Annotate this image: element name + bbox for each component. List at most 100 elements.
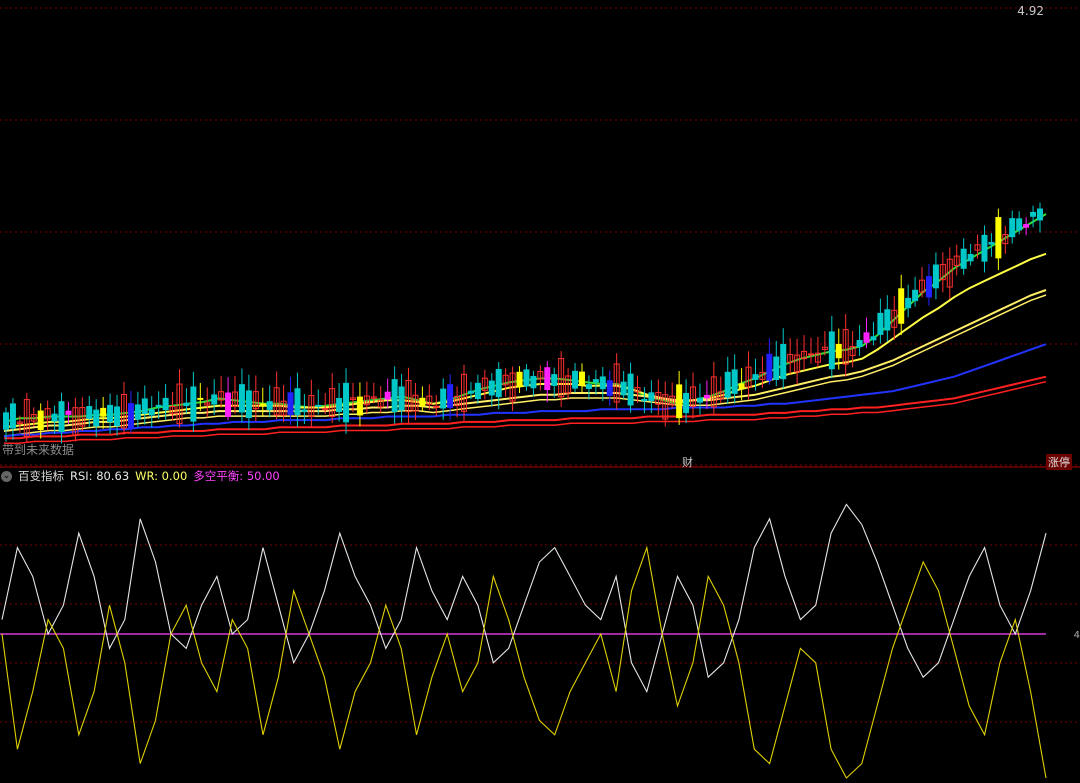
candlestick <box>905 284 912 318</box>
candlestick <box>1009 210 1016 244</box>
candle-body <box>287 392 294 416</box>
candlestick <box>134 391 141 428</box>
candlestick <box>592 370 599 395</box>
candle-body <box>162 397 169 411</box>
candlestick <box>356 382 363 427</box>
candlestick <box>745 351 752 400</box>
candle-body <box>197 397 204 400</box>
candle-body <box>877 312 884 335</box>
candlestick <box>606 370 613 406</box>
candlestick <box>877 298 884 344</box>
candle-body <box>544 367 551 391</box>
candle-body <box>572 370 579 389</box>
candlestick <box>190 371 197 432</box>
candlestick <box>572 363 579 393</box>
candle-body <box>356 396 363 416</box>
candlestick <box>100 396 107 429</box>
candle-body <box>467 390 474 394</box>
candle-body <box>703 394 710 399</box>
indicator-name[interactable]: 百变指标 <box>18 468 64 484</box>
candle-body <box>225 392 232 417</box>
candle-body <box>766 353 773 381</box>
candle-body <box>100 407 107 417</box>
candle-body <box>898 288 905 324</box>
candle-body <box>495 368 502 398</box>
candle-body <box>37 410 44 431</box>
candlestick <box>551 367 558 398</box>
candle-body <box>107 404 114 423</box>
candlestick <box>169 391 176 421</box>
candle-body <box>488 380 495 396</box>
candle-body <box>905 297 912 309</box>
finance-marker[interactable]: 财 <box>682 454 693 470</box>
candlestick <box>842 313 849 377</box>
candle-body <box>294 388 301 416</box>
candle-body <box>93 409 100 427</box>
candle-body <box>807 353 814 356</box>
candle-body <box>211 394 218 405</box>
candlestick <box>967 243 974 266</box>
candlestick <box>509 366 516 411</box>
candlestick <box>620 370 627 399</box>
candle-body <box>988 242 995 245</box>
candle-body <box>58 401 65 432</box>
candle-body <box>620 381 627 396</box>
candlestick <box>544 361 551 403</box>
candle-body <box>134 404 141 420</box>
candle-body <box>856 340 863 348</box>
candlestick <box>218 375 225 408</box>
candle-body <box>724 371 731 398</box>
candle-body <box>336 397 343 413</box>
candlestick <box>107 393 114 434</box>
candlestick <box>585 375 592 400</box>
candlestick <box>51 405 58 434</box>
candle-body <box>391 379 398 413</box>
candle-body <box>870 336 877 341</box>
candle-body <box>960 248 967 269</box>
candlestick <box>801 335 808 371</box>
candle-body <box>343 382 350 423</box>
collapse-icon[interactable]: ⌄ <box>1 470 12 482</box>
candlestick <box>724 356 731 405</box>
candlestick <box>828 315 835 379</box>
limit-up-marker[interactable]: 涨停 <box>1046 454 1072 470</box>
candle-body <box>86 406 93 419</box>
candlestick <box>884 295 891 342</box>
candlestick <box>225 377 232 421</box>
candle-body <box>419 397 426 407</box>
candle-body <box>592 379 599 383</box>
candlestick <box>599 366 606 401</box>
future-data-note: 带到未来数据 <box>2 443 75 457</box>
candle-body <box>932 264 939 289</box>
candle-body <box>301 409 308 412</box>
candlestick <box>391 366 398 424</box>
candle-body <box>245 390 252 419</box>
indicator-header: ⌄ 百变指标 RSI: 80.63 WR: 0.00 多空平衡: 50.00 <box>0 468 280 484</box>
candlestick <box>287 376 294 425</box>
rsi-value: RSI: 80.63 <box>70 469 130 483</box>
candle-body <box>1030 211 1037 217</box>
candle-body <box>627 373 634 406</box>
candlestick <box>1037 202 1043 233</box>
candlestick <box>343 368 350 434</box>
candle-body <box>155 404 162 408</box>
candle-body <box>259 403 266 407</box>
candlestick <box>447 374 454 421</box>
candle-body <box>780 343 787 380</box>
candlestick <box>995 208 1002 271</box>
candle-body <box>384 391 391 400</box>
candle-body <box>1037 208 1043 221</box>
candlestick <box>252 375 259 422</box>
candle-body <box>523 369 530 387</box>
candle-body <box>599 376 606 390</box>
candle-body <box>127 403 134 429</box>
candle-body <box>114 406 121 427</box>
candlestick <box>807 337 814 364</box>
candlestick <box>925 263 932 306</box>
candlestick <box>696 383 703 415</box>
candle-body <box>315 404 322 407</box>
candlestick <box>79 397 86 432</box>
candle-body <box>835 343 842 359</box>
wr-line <box>1 545 1047 779</box>
candle-body <box>641 398 648 402</box>
